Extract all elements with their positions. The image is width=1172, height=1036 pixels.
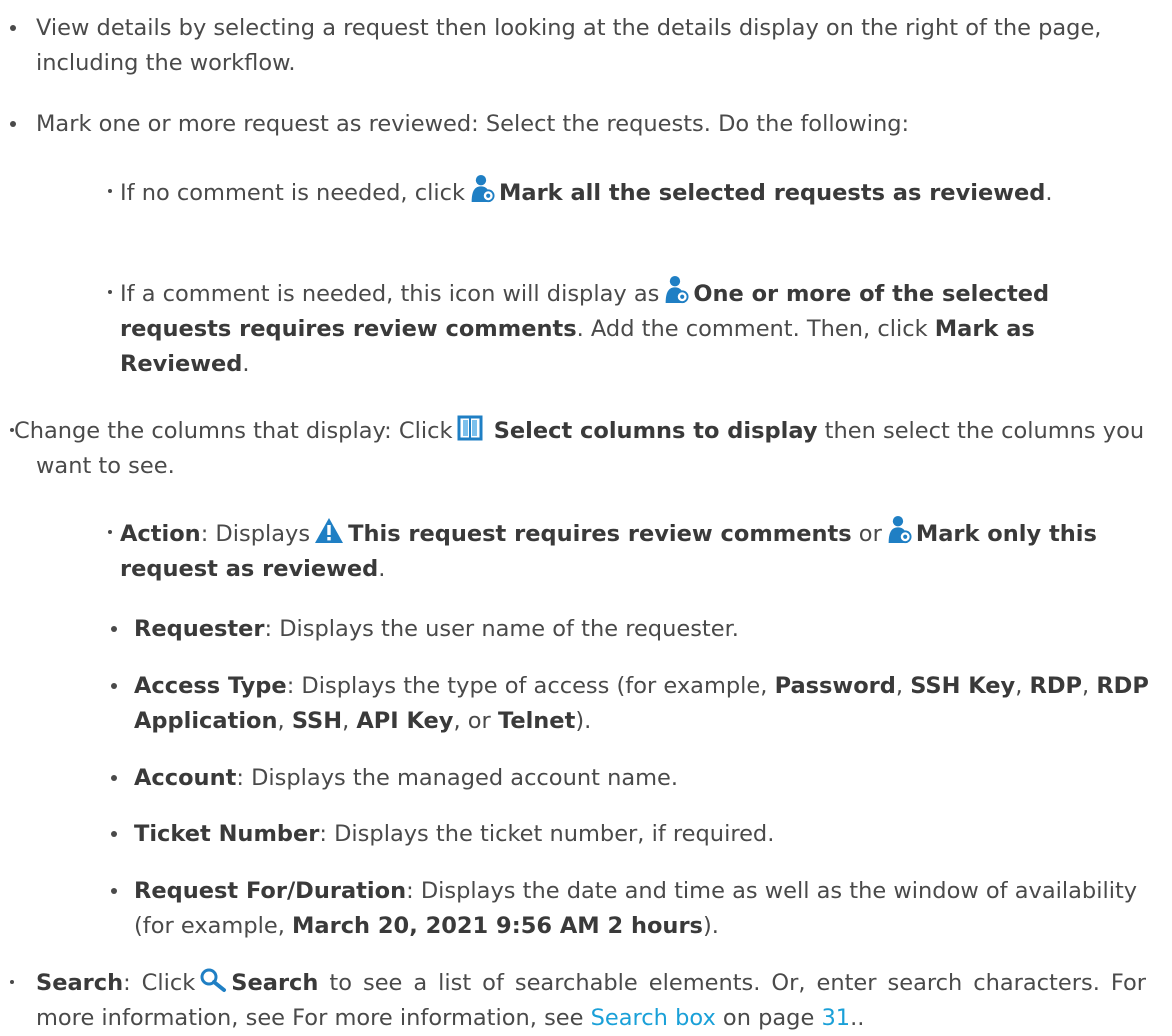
view-details-item: View details by selecting a request then…: [36, 15, 1102, 76]
column-access-type-item: Access Type: Displays the type of access…: [134, 673, 1149, 734]
sub-bullet: [108, 290, 112, 294]
mark-reviewed-item: Mark one or more request as reviewed: Se…: [36, 111, 910, 137]
search-box-link[interactable]: Search box: [591, 1005, 716, 1031]
bullet: [111, 626, 117, 632]
search-item: Search: Click Search to see a list of sea…: [36, 966, 1146, 1036]
bullet: [10, 121, 16, 127]
warning-icon: [314, 517, 344, 544]
mark-all-item: If no comment is needed, click Mark all t…: [120, 174, 1164, 211]
change-columns-item: Change the columns that display: Click S…: [14, 414, 1146, 484]
sub-bullet: [108, 189, 112, 193]
column-request-for-item: Request For/Duration: Displays the date …: [134, 878, 1138, 939]
column-action-item: Action: Displays This request requires re…: [120, 515, 1164, 587]
bullet: [111, 683, 117, 689]
review-user-icon: [663, 275, 689, 304]
document-page: View details by selecting a request then…: [0, 0, 1172, 1031]
sub-bullet: [10, 980, 14, 984]
page-31-link[interactable]: 31: [821, 1005, 850, 1031]
bullet: [111, 775, 117, 781]
comment-needed-item: If a comment is needed, this icon will d…: [120, 275, 1164, 382]
review-user-icon: [469, 174, 495, 203]
bullet: [111, 888, 117, 894]
search-icon: [199, 967, 227, 993]
column-account-item: Account: Displays the managed account na…: [134, 765, 679, 791]
columns-icon: [457, 415, 483, 441]
bullet: [111, 831, 117, 837]
review-user-icon: [886, 515, 912, 544]
column-requester-item: Requester: Displays the user name of the…: [134, 616, 739, 642]
column-ticket-number-item: Ticket Number: Displays the ticket numbe…: [134, 821, 775, 847]
bullet: [10, 25, 16, 31]
sub-bullet: [108, 530, 112, 534]
